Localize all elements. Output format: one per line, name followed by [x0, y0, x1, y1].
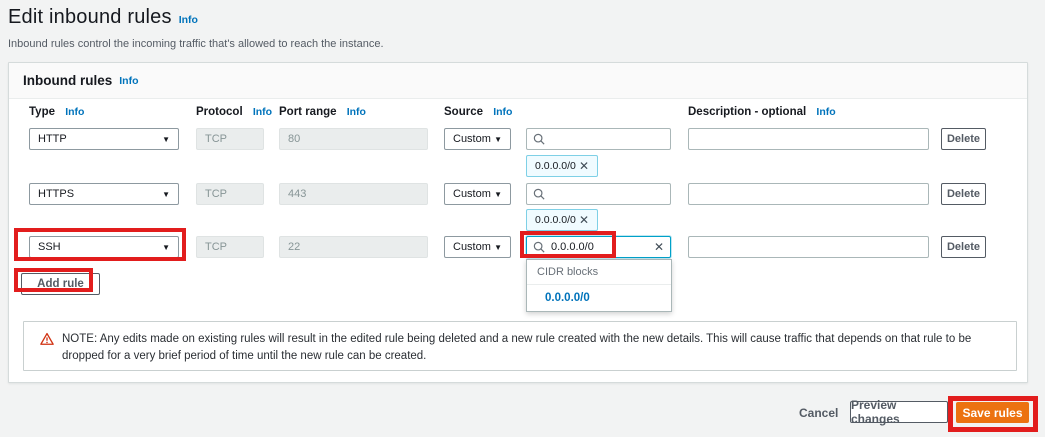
source-mode-select-row3[interactable]: Custom▼	[444, 236, 511, 258]
note-text: NOTE: Any edits made on existing rules w…	[62, 331, 1002, 370]
delete-button-row1[interactable]: Delete	[941, 128, 986, 150]
port-range-field-row3: 22	[279, 236, 428, 258]
source-search-row3[interactable]: ✕	[526, 236, 671, 258]
port-range-field-row1: 80	[279, 128, 428, 150]
chevron-down-icon: ▼	[494, 190, 502, 199]
column-header-protocol: Protocol Info	[196, 106, 264, 118]
column-header-description: Description - optional Info	[688, 106, 929, 118]
source-chip-row2: 0.0.0.0/0✕	[526, 209, 598, 231]
chevron-down-icon: ▼	[162, 135, 170, 144]
cidr-suggestion-menu: CIDR blocks 0.0.0.0/0	[526, 259, 672, 312]
source-mode-select-row1[interactable]: Custom▼	[444, 128, 511, 150]
page-subtitle: Inbound rules control the incoming traff…	[8, 38, 384, 50]
source-search-row2[interactable]	[526, 183, 671, 205]
description-cell-row3	[688, 236, 929, 258]
protocol-field-row3: TCP	[196, 236, 264, 258]
page-header: Edit inbound rules Info Inbound rules con…	[8, 6, 384, 50]
description-info-link[interactable]: Info	[816, 106, 835, 118]
panel-title: Inbound rules	[23, 73, 112, 88]
cancel-button[interactable]: Cancel	[799, 406, 838, 420]
clear-search-icon[interactable]: ✕	[654, 241, 664, 253]
remove-chip-icon[interactable]: ✕	[579, 160, 589, 172]
page-title: Edit inbound rules	[8, 6, 172, 28]
delete-button-row2[interactable]: Delete	[941, 183, 986, 205]
type-select-http[interactable]: HTTP▼	[29, 128, 179, 150]
search-icon	[533, 188, 545, 200]
source-search-input-row3[interactable]	[551, 241, 648, 253]
chevron-down-icon: ▼	[162, 190, 170, 199]
port-range-field-row2: 443	[279, 183, 428, 205]
source-mode-select-row2[interactable]: Custom▼	[444, 183, 511, 205]
protocol-field-row2: TCP	[196, 183, 264, 205]
panel-info-link[interactable]: Info	[119, 75, 138, 87]
chevron-down-icon: ▼	[162, 243, 170, 252]
edit-inbound-rules-screen: Edit inbound rules Info Inbound rules con…	[0, 0, 1045, 437]
description-cell-row2	[688, 183, 929, 205]
page-title-info-link[interactable]: Info	[179, 14, 198, 26]
chevron-down-icon: ▼	[494, 135, 502, 144]
column-header-port-range: Port range Info	[279, 106, 428, 118]
type-select-ssh[interactable]: SSH▼	[29, 236, 179, 258]
column-header-type: Type Info	[29, 106, 179, 118]
source-search-input-row1[interactable]	[551, 133, 664, 145]
description-input-row3[interactable]	[688, 236, 929, 258]
description-input-row2[interactable]	[688, 183, 929, 205]
description-cell-row1	[688, 128, 929, 150]
chevron-down-icon: ▼	[494, 243, 502, 252]
search-icon	[533, 133, 545, 145]
column-header-source: Source Info	[444, 106, 511, 118]
cidr-group-label: CIDR blocks	[527, 260, 671, 285]
source-search-input-row2[interactable]	[551, 188, 664, 200]
delete-button-row3[interactable]: Delete	[941, 236, 986, 258]
protocol-field-row1: TCP	[196, 128, 264, 150]
save-rules-button[interactable]: Save rules	[956, 402, 1029, 423]
preview-changes-button[interactable]: Preview changes	[850, 401, 948, 423]
panel-header: Inbound rules Info	[9, 63, 1027, 99]
source-chip-row1: 0.0.0.0/0✕	[526, 155, 598, 177]
note-box: NOTE: Any edits made on existing rules w…	[23, 321, 1017, 371]
warning-triangle-icon	[40, 332, 54, 346]
add-rule-button[interactable]: Add rule	[21, 273, 100, 295]
inbound-rules-panel: Inbound rules Info Type Info Protocol In…	[8, 62, 1028, 383]
port-range-info-link[interactable]: Info	[347, 106, 366, 118]
source-info-link[interactable]: Info	[493, 106, 512, 118]
search-icon	[533, 241, 545, 253]
cidr-option[interactable]: 0.0.0.0/0	[527, 285, 671, 311]
description-input-row1[interactable]	[688, 128, 929, 150]
protocol-info-link[interactable]: Info	[253, 106, 272, 118]
type-select-https[interactable]: HTTPS▼	[29, 183, 179, 205]
type-info-link[interactable]: Info	[65, 106, 84, 118]
source-search-row1[interactable]	[526, 128, 671, 150]
remove-chip-icon[interactable]: ✕	[579, 214, 589, 226]
